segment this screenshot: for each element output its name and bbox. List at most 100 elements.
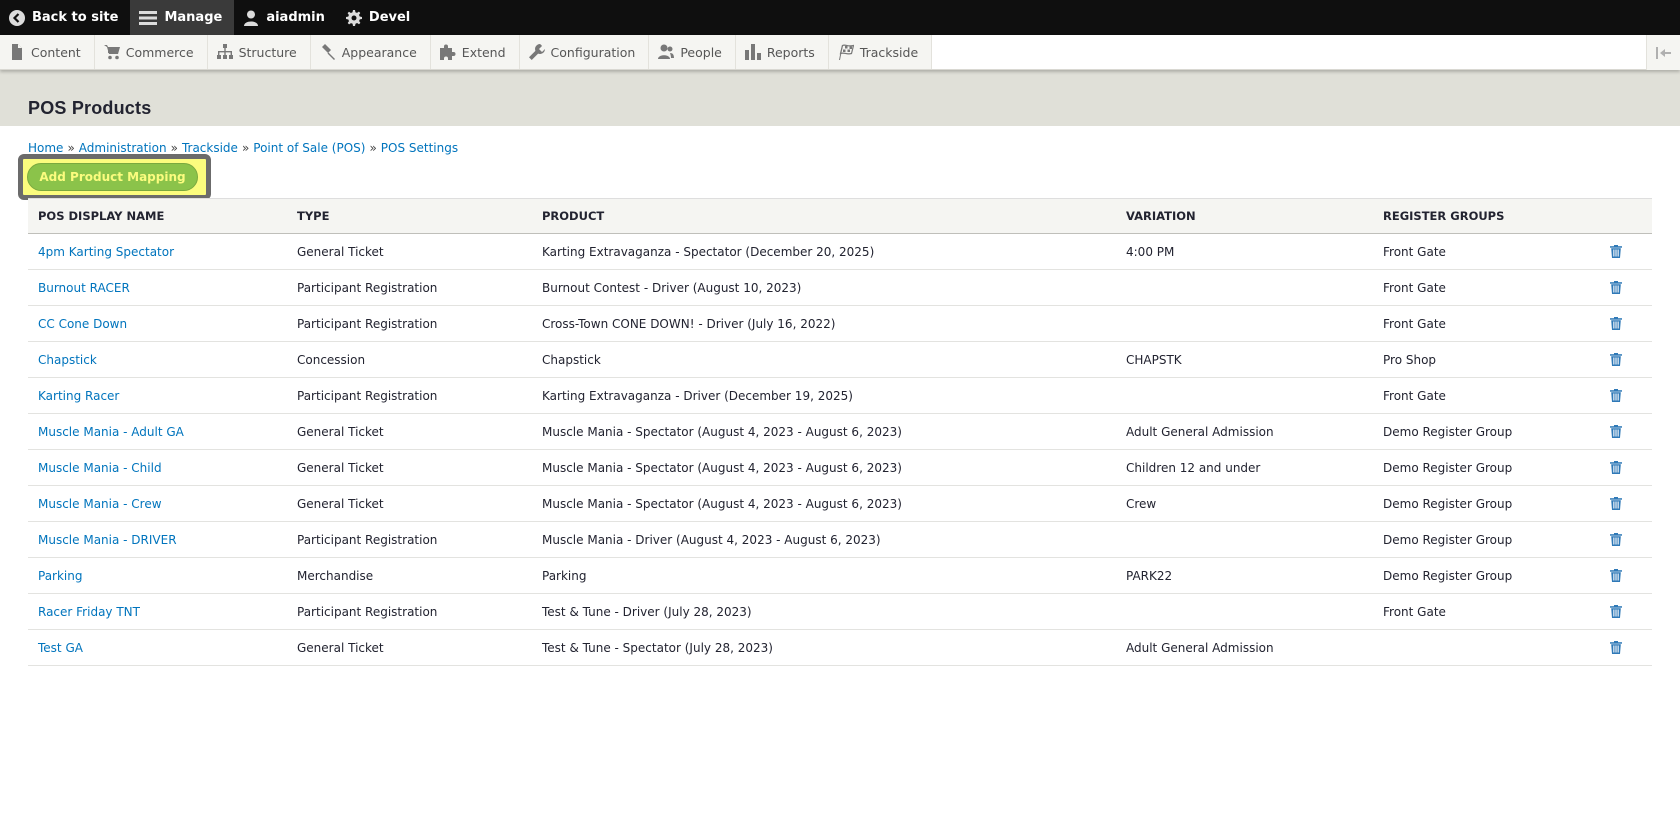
variation-cell: Crew <box>1126 496 1157 511</box>
delete-button[interactable] <box>1610 389 1622 402</box>
user-icon <box>244 10 259 26</box>
trash-icon <box>1610 353 1622 366</box>
variation-cell: 4:00 PM <box>1126 244 1175 259</box>
trash-icon <box>1610 281 1622 294</box>
breadcrumb-separator: » <box>369 141 377 155</box>
type-cell: General Ticket <box>297 640 384 655</box>
tray-item-content[interactable]: Content <box>0 35 95 69</box>
variation-cell: Adult General Admission <box>1126 424 1274 439</box>
manage-tab[interactable]: Manage <box>130 0 235 35</box>
delete-button[interactable] <box>1610 317 1622 330</box>
type-cell: Participant Registration <box>297 604 438 619</box>
product-cell: Cross-Town CONE DOWN! - Driver (July 16,… <box>542 316 836 331</box>
tray-item-reports[interactable]: Reports <box>735 35 829 69</box>
breadcrumb-link-trackside[interactable]: Trackside <box>182 141 238 155</box>
trash-icon <box>1610 605 1622 618</box>
delete-button[interactable] <box>1610 569 1622 582</box>
pos-display-name-link[interactable]: Parking <box>38 569 83 583</box>
table-body: 4pm Karting Spectator General Ticket Karti… <box>28 234 1652 666</box>
pos-display-name-link[interactable]: Muscle Mania - DRIVER <box>38 533 177 547</box>
tray-item-people[interactable]: People <box>649 35 736 69</box>
tray-item-appearance[interactable]: Appearance <box>310 35 431 69</box>
tray-item-structure[interactable]: Structure <box>207 35 311 69</box>
column-header-register-groups: REGISTER GROUPS <box>1383 209 1505 223</box>
column-header-type: TYPE <box>297 209 330 223</box>
variation-cell: CHAPSTK <box>1126 352 1182 367</box>
breadcrumb-separator: » <box>241 141 250 155</box>
type-cell: Concession <box>297 352 366 367</box>
trash-icon <box>1610 245 1622 258</box>
product-cell: Test & Tune - Spectator (July 28, 2023) <box>542 640 773 655</box>
delete-button[interactable] <box>1610 497 1622 510</box>
register-groups-cell: Front Gate <box>1383 316 1446 331</box>
pos-display-name-link[interactable]: Test GA <box>38 641 83 655</box>
table-row: Muscle Mania - Adult GA General Ticket Mus… <box>28 414 1652 450</box>
back-to-site-link[interactable]: Back to site <box>0 0 130 35</box>
admin-tray: Content Commerce Structure Appearance Ex… <box>0 35 1680 70</box>
tray-item-extend[interactable]: Extend <box>430 35 520 69</box>
delete-button[interactable] <box>1610 641 1622 654</box>
user-label: aiadmin <box>266 10 325 25</box>
back-to-site-label: Back to site <box>32 10 119 25</box>
delete-button[interactable] <box>1610 353 1622 366</box>
pos-display-name-link[interactable]: Racer Friday TNT <box>38 605 140 619</box>
breadcrumb-link-administration[interactable]: Administration <box>79 141 167 155</box>
pos-display-name-link[interactable]: CC Cone Down <box>38 317 127 331</box>
user-tab[interactable]: aiadmin <box>234 0 337 35</box>
table-row: CC Cone Down Participant Registration Cros… <box>28 306 1652 342</box>
devel-tab[interactable]: Devel <box>337 0 422 35</box>
puzzle-icon <box>439 44 456 60</box>
tray-item-label: Extend <box>461 44 506 60</box>
breadcrumb-link-pos[interactable]: Point of Sale (POS) <box>253 141 365 155</box>
tray-item-label: Configuration <box>550 44 636 60</box>
table-row: Muscle Mania - Crew General Ticket Muscle … <box>28 486 1652 522</box>
register-groups-cell: Front Gate <box>1383 244 1446 259</box>
tray-item-configuration[interactable]: Configuration <box>519 35 650 69</box>
product-cell: Karting Extravaganza - Driver (December … <box>542 388 853 403</box>
tray-item-commerce[interactable]: Commerce <box>94 35 208 69</box>
delete-button[interactable] <box>1610 605 1622 618</box>
table-row: Burnout RACER Participant Registration Bur… <box>28 270 1652 306</box>
pos-display-name-link[interactable]: 4pm Karting Spectator <box>38 245 174 259</box>
pos-display-name-link[interactable]: Muscle Mania - Crew <box>38 497 162 511</box>
product-cell: Muscle Mania - Spectator (August 4, 2023… <box>542 424 902 439</box>
pos-display-name-link[interactable]: Chapstick <box>38 353 97 367</box>
trash-icon <box>1610 389 1622 402</box>
breadcrumb-link-pos-settings[interactable]: POS Settings <box>381 141 458 155</box>
paintbrush-icon <box>321 44 335 60</box>
delete-button[interactable] <box>1610 281 1622 294</box>
tray-item-trackside[interactable]: Trackside <box>828 35 933 69</box>
delete-button[interactable] <box>1610 245 1622 258</box>
page-header: POS Products <box>0 70 1680 126</box>
tray-item-label: Reports <box>766 44 815 60</box>
bar-chart-icon <box>744 44 761 60</box>
add-product-mapping-button[interactable]: Add Product Mapping <box>27 163 198 191</box>
devel-label: Devel <box>368 10 411 25</box>
delete-button[interactable] <box>1610 461 1622 474</box>
pos-display-name-link[interactable]: Burnout RACER <box>38 281 130 295</box>
column-header-variation: VARIATION <box>1126 209 1196 223</box>
table-row: Muscle Mania - DRIVER Participant Registr… <box>28 522 1652 558</box>
trash-icon <box>1610 641 1622 654</box>
register-groups-cell: Demo Register Group <box>1383 532 1513 547</box>
type-cell: Participant Registration <box>297 388 438 403</box>
pos-display-name-link[interactable]: Karting Racer <box>38 389 119 403</box>
pos-display-name-link[interactable]: Muscle Mania - Child <box>38 461 162 475</box>
delete-button[interactable] <box>1610 425 1622 438</box>
product-cell: Parking <box>542 568 587 583</box>
breadcrumb-link-home[interactable]: Home <box>28 141 63 155</box>
gear-icon <box>345 9 362 26</box>
type-cell: Participant Registration <box>297 280 438 295</box>
type-cell: General Ticket <box>297 424 384 439</box>
variation-cell: Adult General Admission <box>1126 640 1274 655</box>
manage-label: Manage <box>164 10 223 25</box>
hamburger-icon <box>139 10 158 25</box>
cart-icon <box>103 45 120 60</box>
trash-icon <box>1610 497 1622 510</box>
pos-display-name-link[interactable]: Muscle Mania - Adult GA <box>38 425 184 439</box>
table-row: Test GA General Ticket Test & Tune - Spect… <box>28 630 1652 666</box>
page-title: POS Products <box>28 98 152 118</box>
tray-orientation-toggle[interactable] <box>1646 35 1680 70</box>
delete-button[interactable] <box>1610 533 1622 546</box>
table-row: Racer Friday TNT Participant Registration… <box>28 594 1652 630</box>
